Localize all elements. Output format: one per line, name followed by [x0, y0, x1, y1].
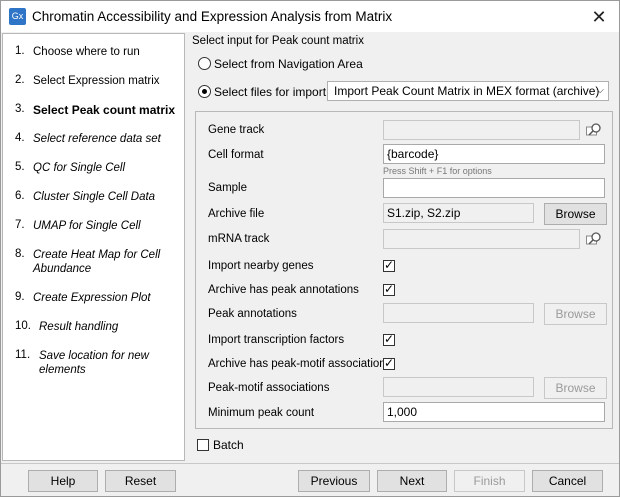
main-panel: Select input for Peak count matrix Selec…	[190, 33, 620, 461]
gene-track-picker-icon[interactable]	[586, 122, 602, 138]
archive-file-browse-button[interactable]: Browse	[544, 203, 607, 225]
step-label: Select Peak count matrix	[33, 103, 176, 117]
minimum-peak-count-field[interactable]: 1,000	[383, 402, 605, 422]
step-label: UMAP for Single Cell	[33, 220, 141, 232]
step-number: 4.	[15, 132, 25, 144]
reset-button[interactable]: Reset	[105, 470, 176, 492]
step-label: Save location for new elements	[39, 350, 149, 376]
cell-format-label: Cell format	[208, 149, 264, 161]
peak-annotations-field	[383, 303, 534, 323]
sample-label: Sample	[208, 182, 247, 194]
step-label: Result handling	[39, 321, 119, 333]
gene-track-label: Gene track	[208, 124, 265, 136]
import-files-radio[interactable]	[198, 85, 211, 98]
step-label: Cluster Single Cell Data	[33, 191, 156, 203]
gene-track-field[interactable]	[383, 120, 580, 140]
wizard-window: Gx Chromatin Accessibility and Expressio…	[0, 0, 620, 497]
step-label: Select reference data set	[33, 133, 161, 145]
chevron-down-icon: ⌵	[596, 85, 604, 96]
archive-file-label: Archive file	[208, 208, 265, 220]
cell-format-hint: Press Shift + F1 for options	[383, 166, 492, 176]
mrna-track-field[interactable]	[383, 229, 580, 249]
import-options-group: Gene track Cell format {barcode} Press S…	[195, 111, 613, 429]
import-nearby-genes-label: Import nearby genes	[208, 260, 314, 272]
sample-field[interactable]	[383, 178, 605, 198]
step-number: 1.	[15, 45, 25, 57]
step-number: 2.	[15, 74, 25, 86]
import-format-value: Import Peak Count Matrix in MEX format (…	[334, 84, 600, 98]
step-number: 5.	[15, 161, 25, 173]
section-title: Select input for Peak count matrix	[192, 35, 364, 47]
app-logo-icon: Gx	[9, 8, 26, 25]
step-label: Choose where to run	[33, 46, 140, 58]
archive-peak-annotations-checkbox[interactable]	[383, 282, 395, 296]
title-bar: Gx Chromatin Accessibility and Expressio…	[1, 1, 619, 32]
step-label: Create Heat Map for Cell Abundance	[33, 249, 161, 275]
mrna-track-picker-icon[interactable]	[586, 231, 602, 247]
minimum-peak-count-label: Minimum peak count	[208, 407, 315, 419]
import-files-radio-label[interactable]: Select files for import:	[214, 85, 329, 99]
next-button[interactable]: Next	[377, 470, 447, 492]
step-label: Create Expression Plot	[33, 292, 151, 304]
step-number: 3.	[15, 103, 25, 115]
wizard-steps-panel: 1. Choose where to run 2. Select Express…	[2, 33, 185, 461]
step-label: Select Expression matrix	[33, 75, 160, 87]
step-number: 10.	[15, 320, 31, 332]
archive-peak-motif-checkbox[interactable]	[383, 356, 395, 370]
help-button[interactable]: Help	[28, 470, 98, 492]
window-title: Chromatin Accessibility and Expression A…	[32, 9, 393, 24]
mrna-track-label: mRNA track	[208, 233, 270, 245]
finish-button[interactable]: Finish	[454, 470, 525, 492]
navigation-area-radio-label[interactable]: Select from Navigation Area	[214, 57, 363, 71]
import-transcription-factors-checkbox[interactable]	[383, 332, 395, 346]
cancel-button[interactable]: Cancel	[532, 470, 603, 492]
step-number: 6.	[15, 190, 25, 202]
step-number: 11.	[15, 349, 31, 361]
peak-annotations-browse-button[interactable]: Browse	[544, 303, 607, 325]
peak-motif-associations-label: Peak-motif associations	[208, 382, 330, 394]
peak-motif-browse-button[interactable]: Browse	[544, 377, 607, 399]
import-transcription-factors-label: Import transcription factors	[208, 334, 345, 346]
step-number: 9.	[15, 291, 25, 303]
step-label: QC for Single Cell	[33, 162, 126, 174]
navigation-area-radio[interactable]	[198, 57, 211, 70]
peak-motif-associations-field	[383, 377, 534, 397]
import-format-select[interactable]: Import Peak Count Matrix in MEX format (…	[327, 81, 609, 101]
batch-label[interactable]: Batch	[213, 438, 244, 452]
archive-file-field: S1.zip, S2.zip	[383, 203, 534, 223]
archive-peak-motif-label: Archive has peak-motif associations	[208, 358, 392, 370]
cell-format-field[interactable]: {barcode}	[383, 144, 605, 164]
batch-checkbox[interactable]	[197, 439, 209, 451]
close-icon[interactable]: ✕	[589, 7, 609, 27]
step-number: 8.	[15, 248, 25, 260]
button-bar: Help Reset Previous Next Finish Cancel	[1, 463, 619, 497]
previous-button[interactable]: Previous	[298, 470, 370, 492]
step-number: 7.	[15, 219, 25, 231]
archive-peak-annotations-label: Archive has peak annotations	[208, 284, 359, 296]
peak-annotations-label: Peak annotations	[208, 308, 297, 320]
import-nearby-genes-checkbox[interactable]	[383, 258, 395, 272]
